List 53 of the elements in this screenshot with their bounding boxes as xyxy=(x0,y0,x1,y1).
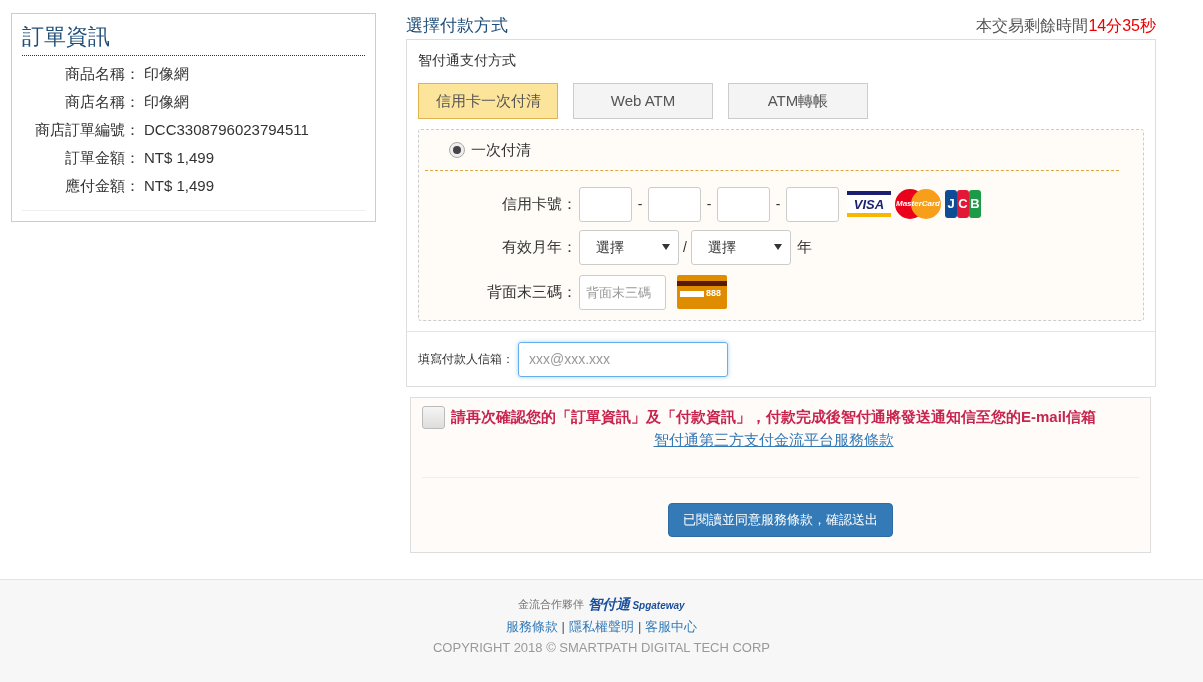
field-label: 有效月年： xyxy=(501,236,577,257)
timer-label: 本交易剩餘時間 xyxy=(976,16,1089,36)
field-value: DCC3308796023794511 xyxy=(144,119,309,140)
cvv-field[interactable]: 背面末三碼 xyxy=(579,274,666,310)
card-back-icon: 888 xyxy=(677,275,727,309)
panel-title: 訂單資訊 xyxy=(22,14,365,56)
select-field[interactable]: 選擇 xyxy=(579,229,679,265)
field-value: NT$ 1,499 xyxy=(144,147,215,168)
checkbox[interactable] xyxy=(422,406,445,429)
field-label: 應付金額： xyxy=(64,175,140,196)
partner-label: 金流合作夥伴 xyxy=(518,597,585,613)
submit-button[interactable]: 已閱讀並同意服務條款，確認送出 xyxy=(668,503,893,537)
separator-text: / xyxy=(682,237,688,257)
field-value: 印像網 xyxy=(144,91,189,112)
field-label: 填寫付款人信箱： xyxy=(418,351,514,368)
payment-tab[interactable]: Web ATM xyxy=(573,83,713,119)
timer-value: 14分35秒 xyxy=(1088,16,1156,36)
dropdown-arrow-icon xyxy=(662,244,670,250)
separator-text: - xyxy=(636,194,644,214)
footer-link[interactable]: 服務條款 xyxy=(505,617,558,637)
field-label: 商店訂單編號： xyxy=(34,119,140,140)
field-label: 背面末三碼： xyxy=(486,281,577,302)
field-label: 商品名稱： xyxy=(64,63,140,84)
field-label: 商店名稱： xyxy=(64,91,140,112)
copyright-text: COPYRIGHT 2018 © SMARTPATH DIGITAL TECH CORP xyxy=(432,638,771,657)
dropdown-arrow-icon xyxy=(774,244,782,250)
separator-text: - xyxy=(774,194,782,214)
payment-method-title: 智付通支付方式 xyxy=(418,51,517,70)
partner-logo: 智付通Spgateway xyxy=(588,595,685,614)
field-value: NT$ 1,499 xyxy=(144,175,215,196)
footer-link[interactable]: 隱私權聲明 xyxy=(569,617,634,637)
confirm-message: 請再次確認您的「訂單資訊」及「付款資訊」，付款完成後智付通將發送通知信至您的E-mail信箱 xyxy=(451,407,1096,427)
select-field[interactable]: 選擇 xyxy=(691,229,791,265)
payment-tab[interactable]: ATM轉帳 xyxy=(728,83,868,119)
field-value: 印像網 xyxy=(144,63,189,84)
payment-tab[interactable]: 信用卡一次付清 xyxy=(418,83,558,119)
link-separator: | xyxy=(561,618,565,636)
card-number-field[interactable] xyxy=(579,186,632,222)
link-separator: | xyxy=(638,618,642,636)
card-number-field[interactable] xyxy=(648,186,701,222)
footer-link[interactable]: 客服中心 xyxy=(645,617,698,637)
card-number-field[interactable] xyxy=(786,186,839,222)
terms-link[interactable]: 智付通第三方支付金流平台服務條款 xyxy=(653,428,894,451)
radio-button[interactable] xyxy=(449,142,465,158)
visa-logo: VISA xyxy=(847,191,891,217)
radio-option[interactable]: 一次付清 xyxy=(449,138,531,162)
section-title: 選擇付款方式 xyxy=(406,14,508,37)
separator-text: - xyxy=(705,194,713,214)
email-field[interactable]: xxx@xxx.xxx xyxy=(518,341,728,377)
card-number-field[interactable] xyxy=(717,186,770,222)
field-label: 訂單金額： xyxy=(64,147,140,168)
unit-label: 年 xyxy=(797,236,812,257)
field-label: 信用卡號： xyxy=(501,193,577,214)
